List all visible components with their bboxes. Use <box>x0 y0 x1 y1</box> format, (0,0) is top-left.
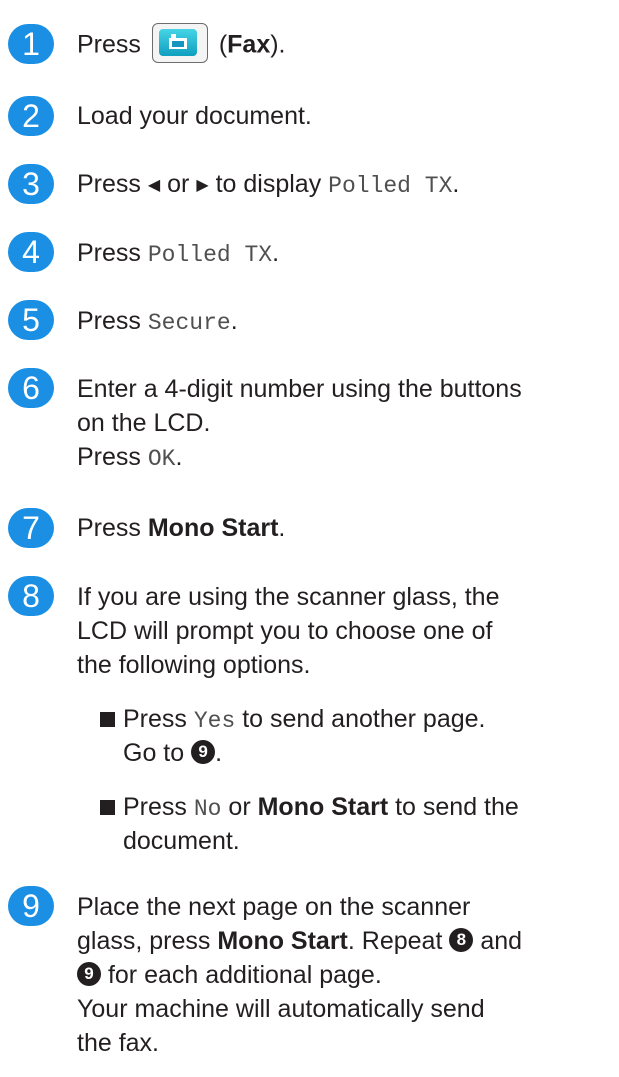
square-bullet-icon <box>100 712 115 727</box>
step-text: Press Polled TX. <box>77 239 280 268</box>
step-number-badge: 7 <box>8 508 54 548</box>
step-text-line: Press OK. <box>77 443 183 472</box>
lcd-option: OK <box>147 446 176 472</box>
step-reference-icon: 8 <box>449 928 474 953</box>
lcd-option: Secure <box>147 310 231 336</box>
step-number-badge: 5 <box>8 300 54 340</box>
step-text-line: the following options. <box>77 651 311 679</box>
step-number-badge: 2 <box>8 96 54 136</box>
step-number-badge: 6 <box>8 368 54 408</box>
right-arrow-icon: ▶ <box>196 177 209 194</box>
left-arrow-icon: ◀ <box>147 177 161 194</box>
step-text-line: Your machine will automatically send <box>77 995 485 1023</box>
step-number-badge: 8 <box>8 576 54 616</box>
step-text: Press Mono Start. <box>77 514 286 542</box>
step-text-line: glass, press Mono Start. Repeat 8 and <box>77 927 523 955</box>
step-text-line: 9 for each additional page. <box>77 958 617 992</box>
step-text: Press ◀ or ▶ to display Polled TX. <box>77 170 460 199</box>
step-text-line: If you are using the scanner glass, the <box>77 583 500 611</box>
step-text-line: Place the next page on the scanner <box>77 893 471 921</box>
step-text: Load your document. <box>77 102 312 130</box>
step-text-press: Press <box>77 30 141 59</box>
fax-icon <box>151 23 208 63</box>
lcd-option: Yes <box>193 708 236 734</box>
step-number-badge: 1 <box>8 24 54 64</box>
square-bullet-icon <box>100 800 115 815</box>
step-number-badge: 9 <box>8 886 54 926</box>
step-number-badge: 4 <box>8 232 54 272</box>
lcd-option: No <box>193 796 222 822</box>
button-name: Mono Start <box>257 793 389 821</box>
step-text-line: the fax. <box>77 1029 159 1057</box>
step-text: Press (Fax). <box>77 23 617 66</box>
lcd-option: Polled TX <box>147 242 273 268</box>
step-reference-icon: 9 <box>191 740 216 765</box>
step-text-line: LCD will prompt you to choose one of <box>77 617 493 645</box>
fax-label: Fax <box>227 30 271 59</box>
step-text-line: Enter a 4-digit number using the buttons <box>77 375 522 403</box>
step-number-badge: 3 <box>8 164 54 204</box>
button-name: Mono Start <box>217 927 348 955</box>
step-reference-icon: 9 <box>77 962 101 987</box>
step-text: Press Secure. <box>77 307 238 336</box>
step-text-line: on the LCD. <box>77 409 211 437</box>
lcd-option: Polled TX <box>328 173 453 199</box>
button-name: Mono Start <box>147 514 279 542</box>
